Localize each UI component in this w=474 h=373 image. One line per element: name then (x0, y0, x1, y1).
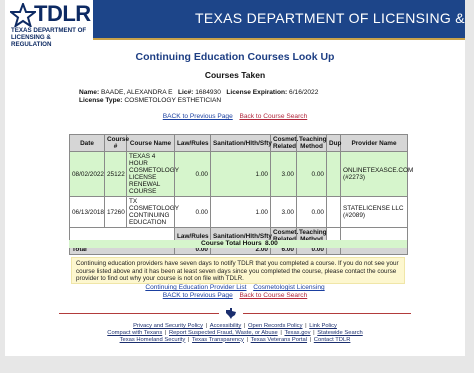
cell-provider: ONLINETEXASCE.COM (#2273) (340, 151, 413, 197)
texas-gov-link[interactable]: Texas.gov (284, 330, 310, 336)
texas-map-icon (226, 308, 236, 319)
lic-value: 1684930 (195, 89, 221, 96)
cell-dup (326, 196, 341, 228)
notice-box: Continuing education providers have seve… (71, 257, 405, 284)
page: TDLR Texas Department of Licensing & Reg… (5, 0, 465, 356)
cosmetologist-licensing-link[interactable]: Cosmetologist Licensing (253, 284, 324, 291)
cell-teaching-method: 0.00 (296, 196, 327, 228)
cell-date: 06/13/2018 (69, 196, 105, 228)
statewide-search-link[interactable]: Statewide Search (317, 330, 362, 336)
page-title: Continuing Education Courses Look Up (135, 51, 335, 63)
cell-course-name: TEXAS 4 HOUR COSMETOLOGY LICENSE RENEWAL… (126, 151, 179, 197)
logo-subtitle: Texas Department of Licensing & Regulati… (11, 27, 87, 48)
contact-tdlr-link[interactable]: Contact TDLR (314, 337, 351, 343)
report-fraud-link[interactable]: Report Suspected Fraud, Waste, or Abuse (169, 330, 278, 336)
footer-links: Privacy and Security Policy | Accessibil… (107, 323, 363, 343)
cell-course-no: 25122 (104, 151, 127, 197)
back-course-search-link[interactable]: Back to Course Search (239, 292, 307, 299)
header-rule (93, 38, 465, 40)
veterans-portal-link[interactable]: Texas Veterans Portal (251, 337, 307, 343)
cell-law-rules: 0.00 (174, 196, 211, 228)
footer-divider (59, 308, 411, 319)
top-links: BACK to Previous Page Back to Course Sea… (5, 113, 465, 120)
texas-star-icon (10, 3, 36, 27)
col-course-name: Course Name (126, 134, 175, 152)
name-value: BAADE, ALEXANDRA E (101, 89, 173, 96)
col-sanitation: Sanitation/Hlth/Sfty (210, 134, 272, 152)
expiration-value: 6/16/2022 (289, 89, 319, 96)
total-hours-value: 8.00 (265, 240, 278, 247)
cell-sanitation: 1.00 (210, 196, 271, 228)
provider-list-link[interactable]: Continuing Education Provider List (145, 284, 246, 291)
name-label: Name: (79, 89, 100, 96)
logo-wordmark: TDLR (34, 1, 91, 26)
cell-cosmet-related: 3.00 (270, 196, 297, 228)
table-row: 08/02/2022 25122 TEXAS 4 HOUR COSMETOLOG… (69, 151, 413, 197)
cell-date: 08/02/2022 (69, 151, 105, 197)
col-provider: Provider Name (340, 134, 408, 152)
cell-course-name: TX COSMETOLOGY CONTINUING EDUCATION (126, 196, 179, 228)
section-subtitle: Courses Taken (204, 70, 266, 80)
texas-transparency-link[interactable]: Texas Transparency (192, 337, 244, 343)
back-course-search-link[interactable]: Back to Course Search (239, 113, 307, 120)
privacy-policy-link[interactable]: Privacy and Security Policy (133, 323, 203, 329)
licensee-info: Name: BAADE, ALEXANDRA E Lic#: 1684930 L… (79, 89, 318, 105)
open-records-link[interactable]: Open Records Policy (248, 323, 302, 329)
bottom-links: Continuing Education Provider List Cosme… (5, 284, 465, 300)
cell-dup (326, 151, 341, 197)
col-law-rules: Law/Rules (174, 134, 211, 152)
cell-law-rules: 0.00 (174, 151, 211, 197)
link-policy-link[interactable]: Link Policy (309, 323, 337, 329)
col-date: Date (69, 134, 105, 152)
courses-table: Date Course # Course Name Law/Rules Sani… (69, 134, 413, 255)
expiration-label: License Expiration: (226, 89, 288, 96)
cell-sanitation: 1.00 (210, 151, 271, 197)
col-cosmet-related: Cosmet. Related (270, 134, 298, 152)
tdlr-logo[interactable]: TDLR Texas Department of Licensing & Reg… (8, 1, 91, 48)
lic-label: Lic#: (177, 89, 194, 96)
license-type-value: COSMETOLOGY ESTHETICIAN (124, 97, 222, 104)
banner-title: TEXAS DEPARTMENT OF LICENSING & REGULATI… (195, 10, 465, 26)
homeland-security-link[interactable]: Texas Homeland Security (120, 337, 186, 343)
back-previous-link[interactable]: BACK to Previous Page (163, 292, 233, 299)
compact-with-texans-link[interactable]: Compact with Texans (107, 330, 162, 336)
license-type-label: License Type: (79, 97, 123, 104)
table-header-row: Date Course # Course Name Law/Rules Sani… (69, 134, 408, 152)
col-dup: Dup (326, 134, 341, 152)
col-course-no: Course # (104, 134, 129, 152)
table-row: 06/13/2018 17260 TX COSMETOLOGY CONTINUI… (69, 196, 408, 228)
header-banner: TEXAS DEPARTMENT OF LICENSING & REGULATI… (93, 0, 465, 38)
col-teaching-method: Teaching Method (296, 134, 327, 152)
course-total-hours: Course Total Hours 8.00 (69, 240, 407, 248)
total-hours-label: Course Total Hours (201, 240, 262, 247)
cell-course-no: 17260 (104, 196, 127, 228)
cell-cosmet-related: 3.00 (270, 151, 297, 197)
back-previous-link[interactable]: BACK to Previous Page (163, 113, 233, 120)
cell-provider: STATELICENSE LLC (#2089) (340, 196, 408, 228)
accessibility-link[interactable]: Accessibility (210, 323, 242, 329)
cell-teaching-method: 0.00 (296, 151, 327, 197)
site-header: TDLR Texas Department of Licensing & Reg… (5, 0, 465, 48)
